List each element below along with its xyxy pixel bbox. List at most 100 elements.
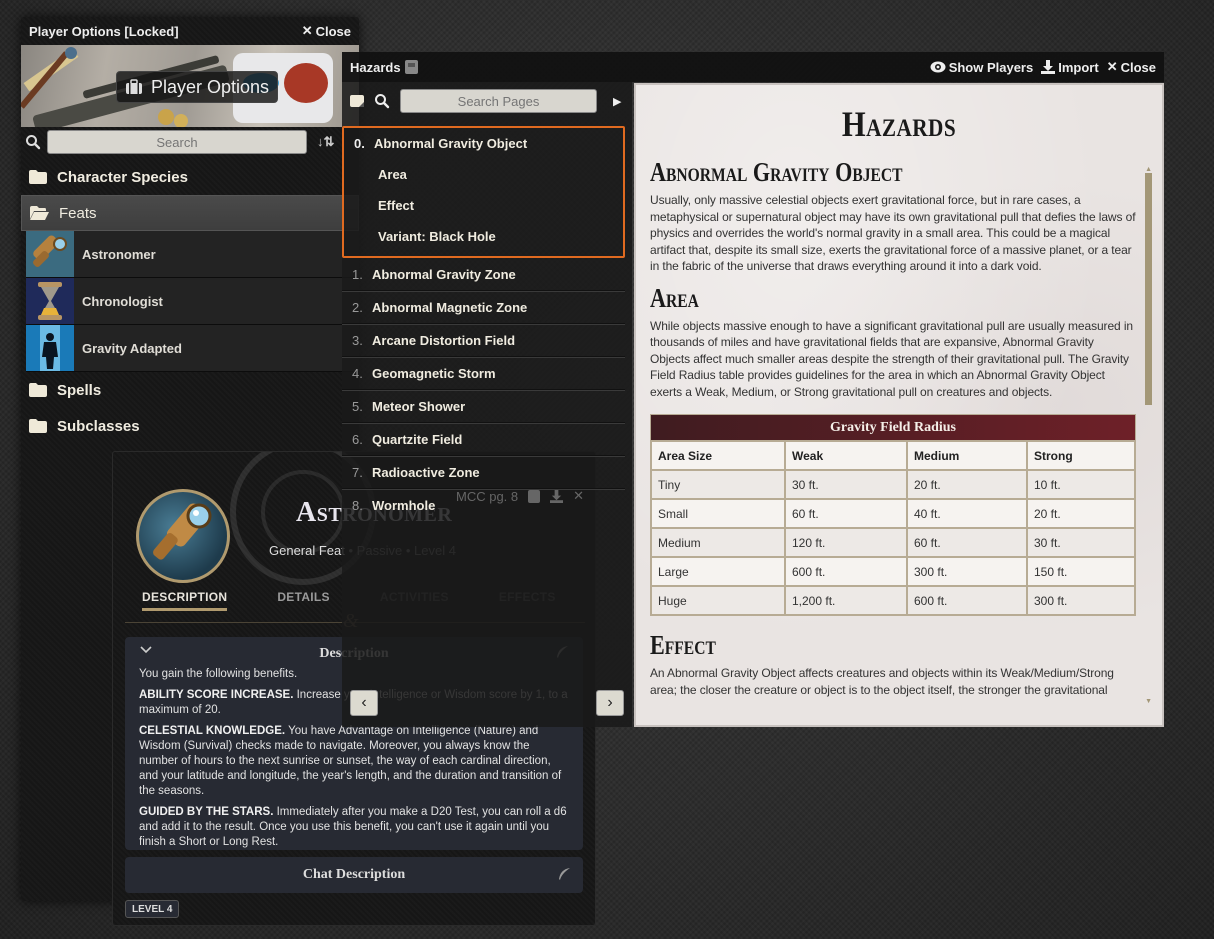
- feat-item-astronomer[interactable]: Astronomer: [26, 231, 359, 278]
- benefit-paragraph: CELESTIAL KNOWLEDGE. You have Advantage …: [139, 725, 562, 797]
- table-cell: 20 ft.: [906, 469, 1028, 500]
- table-cell: 120 ft.: [784, 527, 908, 558]
- table-cell: 300 ft.: [906, 556, 1028, 587]
- table-cell: 600 ft.: [784, 556, 908, 587]
- next-page-button[interactable]: ›: [596, 690, 624, 716]
- search-icon: [374, 93, 390, 109]
- effect-paragraph: An Abnormal Gravity Object affects creat…: [650, 666, 1114, 697]
- page-title: Hazards: [841, 104, 957, 144]
- feat-item-chronologist[interactable]: Chronologist: [26, 278, 359, 325]
- subsection-heading-effect: Effect: [650, 630, 716, 660]
- search-icon: [25, 134, 41, 150]
- folder-subclasses[interactable]: Subclasses: [21, 408, 359, 444]
- table-cell: 150 ft.: [1026, 556, 1136, 587]
- show-players-button[interactable]: Show Players: [930, 59, 1033, 75]
- folder-feats[interactable]: Feats: [21, 195, 359, 231]
- window-title: Player Options [Locked]: [29, 23, 179, 39]
- search-input[interactable]: [47, 130, 307, 154]
- toc-item[interactable]: 3. Arcane Distortion Field: [342, 324, 625, 357]
- chevron-left-icon: ‹: [361, 694, 367, 711]
- scroll-down-arrow-icon[interactable]: ▼: [1145, 698, 1152, 705]
- briefcase-icon: [125, 79, 143, 95]
- table-cell: Tiny: [650, 469, 786, 500]
- toc-item[interactable]: 7. Radioactive Zone: [342, 456, 625, 489]
- chevron-down-icon[interactable]: [139, 645, 153, 655]
- scroll-up-arrow-icon[interactable]: ▲: [1145, 166, 1152, 173]
- table-cell: 1,200 ft.: [784, 585, 908, 616]
- tab-details[interactable]: DETAILS: [277, 590, 330, 611]
- download-icon: [1041, 60, 1056, 74]
- folder-open-icon: [30, 206, 49, 220]
- feat-item-gravity-adapted[interactable]: Gravity Adapted: [26, 325, 359, 372]
- eye-icon: [930, 61, 946, 73]
- table-caption: Gravity Field Radius: [650, 414, 1136, 440]
- feat-portrait-spyglass-icon[interactable]: [136, 489, 230, 583]
- window-header[interactable]: Player Options [Locked] ✕ Close: [21, 17, 359, 45]
- hazards-journal-window: Hazards Show Players Import ✕ Close ▶: [342, 52, 1164, 727]
- search-row: ↓⇅: [21, 127, 359, 157]
- folder-character-species[interactable]: Character Species: [21, 159, 359, 195]
- search-pages-input[interactable]: [400, 89, 597, 113]
- banner-image: Player Options: [21, 45, 359, 127]
- download-icon[interactable]: [550, 489, 564, 503]
- collapse-sidebar-icon[interactable]: [350, 94, 364, 108]
- folder-spells[interactable]: Spells: [21, 372, 359, 408]
- tab-description[interactable]: DESCRIPTION: [142, 590, 228, 611]
- folder-icon: [29, 383, 47, 397]
- subsection-heading-area: Area: [650, 282, 699, 313]
- table-cell: Huge: [650, 585, 786, 616]
- table-cell: 20 ft.: [1026, 498, 1136, 529]
- compendium-list: Character Species Feats Astronomer Chron…: [21, 159, 359, 444]
- table-cell: 30 ft.: [784, 469, 908, 500]
- close-icon[interactable]: ✕: [573, 488, 584, 504]
- window-header[interactable]: Hazards Show Players Import ✕ Close: [342, 52, 1164, 82]
- folder-icon: [29, 419, 47, 433]
- toc-item[interactable]: 1. Abnormal Gravity Zone: [342, 258, 625, 291]
- window-title: Hazards: [350, 60, 418, 75]
- level-badge: LEVEL 4: [125, 900, 180, 918]
- table-cell: 10 ft.: [1026, 469, 1136, 500]
- table-cell: Small: [650, 498, 786, 529]
- table-cell: Large: [650, 556, 786, 587]
- close-icon: ✕: [301, 23, 313, 38]
- gravity-figure-icon: [26, 325, 74, 371]
- journal-book-icon[interactable]: [528, 489, 541, 503]
- table-cell: 60 ft.: [784, 498, 908, 529]
- table-header-row: Area Size Weak Medium Strong: [650, 440, 1136, 471]
- page-meta: MCC pg. 8 ✕: [456, 488, 585, 504]
- section-paragraph: Usually, only massive celestial objects …: [650, 193, 1136, 273]
- toc-toolbar: ▶: [342, 82, 632, 120]
- table-cell: 600 ft.: [906, 585, 1028, 616]
- journal-page: Hazards Abnormal Gravity Object Usually,…: [634, 83, 1164, 727]
- quill-edit-icon[interactable]: [557, 867, 571, 881]
- toc-subheading[interactable]: Area: [344, 159, 623, 190]
- table-cell: 300 ft.: [1026, 585, 1136, 616]
- toc-item[interactable]: 4. Geomagnetic Storm: [342, 357, 625, 390]
- toc-item[interactable]: 0. Abnormal Gravity Object: [344, 128, 627, 159]
- hourglass-icon: [26, 278, 74, 324]
- header-actions: Show Players Import ✕ Close: [930, 59, 1156, 75]
- import-button[interactable]: Import: [1041, 59, 1099, 75]
- toc-item[interactable]: 2. Abnormal Magnetic Zone: [342, 291, 625, 324]
- toc-subheading[interactable]: Effect: [344, 190, 623, 221]
- table-row: Medium 120 ft. 60 ft. 30 ft.: [650, 527, 1136, 558]
- toc-entry-active: 0. Abnormal Gravity Object Area Effect V…: [342, 126, 625, 258]
- table-row: Small 60 ft. 40 ft. 20 ft.: [650, 498, 1136, 529]
- folder-icon: [29, 170, 47, 184]
- toc-item[interactable]: 5. Meteor Shower: [342, 390, 625, 423]
- gravity-field-radius-table: Gravity Field Radius Area Size Weak Medi…: [650, 414, 1136, 616]
- table-cell: 40 ft.: [906, 498, 1028, 529]
- journal-book-icon[interactable]: [404, 60, 418, 74]
- sort-icon[interactable]: ↓⇅: [317, 134, 334, 150]
- toc-subheading[interactable]: Variant: Black Hole: [344, 221, 623, 252]
- chevron-right-icon: ›: [607, 694, 613, 711]
- previous-page-button[interactable]: ‹: [350, 690, 378, 716]
- caret-right-icon[interactable]: ▶: [613, 95, 621, 108]
- close-button[interactable]: ✕ Close: [302, 23, 351, 39]
- close-button[interactable]: ✕ Close: [1107, 59, 1156, 75]
- toc-item[interactable]: 6. Quartzite Field: [342, 423, 625, 456]
- page-scrollbar[interactable]: [1145, 173, 1152, 405]
- table-cell: 30 ft.: [1026, 527, 1136, 558]
- table-cell: 60 ft.: [906, 527, 1028, 558]
- chat-description-section[interactable]: Chat Description: [125, 857, 583, 893]
